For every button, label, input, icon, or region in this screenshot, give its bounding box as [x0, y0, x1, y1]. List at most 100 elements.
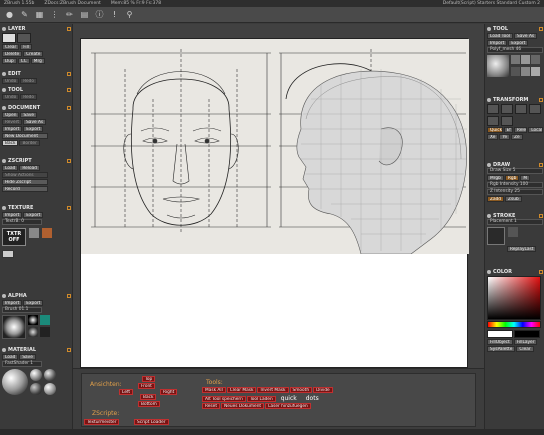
view-back-button[interactable]: Back	[140, 394, 157, 400]
layer-dup-button[interactable]: Dup	[2, 58, 17, 64]
record-button[interactable]: Record	[2, 186, 48, 192]
sys-palette-button[interactable]: SysPalette	[487, 346, 516, 352]
quick-label[interactable]: quick	[277, 395, 301, 402]
hue-bar[interactable]	[487, 321, 541, 328]
sym-z-button[interactable]: Ze	[511, 134, 523, 140]
view-left-button[interactable]: Left	[119, 389, 134, 395]
layer-thumb-1[interactable]	[2, 33, 16, 43]
stroke-type-thumb[interactable]	[487, 227, 505, 245]
ef-button[interactable]: Ef	[503, 127, 513, 133]
alpha-brush-thumb[interactable]	[2, 315, 26, 339]
doc-export-button[interactable]: Export	[23, 126, 44, 132]
texture-slider[interactable]: TextrB: 0	[2, 219, 42, 225]
texture-header[interactable]: TEXTURE	[2, 204, 71, 211]
layer-create-button[interactable]: Create	[23, 51, 44, 57]
layer-mrg-button[interactable]: Mrg	[30, 58, 45, 64]
texture-export-button[interactable]: Export	[23, 212, 44, 218]
load-tool-bottom-button[interactable]: Tool Laden	[246, 395, 276, 402]
tool-redo-button[interactable]: Redo	[20, 94, 38, 100]
alpha-thumb-2[interactable]	[28, 315, 38, 325]
tool-header[interactable]: TOOL	[487, 25, 543, 32]
texture-import-button[interactable]: Import	[2, 212, 23, 218]
zscript-header[interactable]: ZSCRIPT	[2, 157, 71, 164]
layer-thumb-2[interactable]	[17, 33, 31, 43]
sym-y-button[interactable]: Ye	[499, 134, 511, 140]
main-color-swatch[interactable]	[487, 330, 513, 338]
document-canvas[interactable]	[80, 38, 469, 368]
view-top-button[interactable]: Top	[142, 376, 156, 382]
new-document-bottom-button[interactable]: Neues Dokument	[221, 403, 265, 409]
dots-label[interactable]: dots	[302, 395, 323, 402]
alpha-export-button[interactable]: Export	[23, 300, 44, 306]
fill-object-button[interactable]: FillObject	[487, 339, 513, 345]
exclaim-icon[interactable]: !	[110, 10, 119, 20]
load-tool-button[interactable]: Load Tool	[487, 33, 514, 39]
doc-open-button[interactable]: Open	[2, 112, 20, 118]
zsub-button[interactable]: Zsub	[505, 196, 522, 202]
mask-all-button[interactable]: Mask All	[202, 387, 226, 393]
alpha-thumb-3[interactable]	[28, 327, 38, 337]
border-button[interactable]: Border	[19, 140, 40, 146]
zscript-load-button[interactable]: Load	[2, 165, 19, 171]
alpha-import-button[interactable]: Import	[2, 300, 23, 306]
rgb-button[interactable]: Rgb	[504, 175, 520, 181]
dots-icon[interactable]: ⋮	[50, 10, 59, 20]
alpha-header[interactable]: ALPHA	[2, 292, 71, 299]
layer-cc-button[interactable]: CC	[17, 58, 30, 64]
alpha-thumb-5[interactable]	[40, 327, 50, 337]
edit-header[interactable]: EDIT	[2, 70, 71, 77]
tool-thumb-1[interactable]	[511, 55, 520, 64]
texture-thumb-2[interactable]	[42, 228, 52, 238]
back-color-button[interactable]: Back	[2, 140, 19, 146]
tool-import-button[interactable]: Import	[487, 40, 508, 46]
material-header[interactable]: MATERIAL	[2, 346, 71, 353]
search-icon[interactable]: ⚲	[125, 10, 134, 20]
color-header[interactable]: COLOR	[487, 268, 543, 275]
layer-delete-button[interactable]: Delete	[2, 51, 23, 57]
new-document-button[interactable]: New Document	[2, 133, 48, 139]
info-icon[interactable]: ⓘ	[95, 10, 104, 20]
layer-header[interactable]: LAYER	[2, 25, 71, 32]
quick-button[interactable]: Quick	[487, 127, 503, 133]
zadd-button[interactable]: Zadd	[487, 196, 505, 202]
scale-mode-icon[interactable]	[529, 104, 541, 114]
smooth-button[interactable]: Smooth	[289, 387, 313, 393]
replay-last-button[interactable]: ReplayLast	[507, 246, 537, 252]
transform-header[interactable]: TRANSFORM	[487, 96, 543, 103]
local-button[interactable]: Local	[528, 127, 543, 133]
save-as-button[interactable]: Save As	[514, 33, 538, 39]
clear-mask-button[interactable]: Clear Mask	[226, 387, 257, 393]
show-actions-button[interactable]: Show Actions	[2, 172, 48, 178]
material-sphere-main[interactable]	[2, 369, 28, 395]
doc-revert-button[interactable]: Revert	[2, 119, 23, 125]
brush-icon[interactable]: ✎	[20, 10, 29, 20]
edit-mode-icon[interactable]	[487, 104, 499, 114]
draw-size-slider[interactable]: Draw Size 5	[487, 168, 543, 174]
divide-button[interactable]: Divide	[313, 387, 333, 393]
add-layer-button[interactable]: Laser hinzufuegen	[265, 403, 311, 409]
document-header[interactable]: DOCUMENT	[2, 104, 71, 111]
doc-import-button[interactable]: Import	[2, 126, 23, 132]
m-button[interactable]: M	[520, 175, 531, 181]
material-sphere-3[interactable]	[44, 369, 56, 381]
layer-fill-button[interactable]: Fill	[20, 44, 32, 50]
current-tool-thumb[interactable]	[487, 55, 509, 77]
tool-export-button[interactable]: Export	[508, 40, 529, 46]
view-bottom-button[interactable]: Bottom	[138, 401, 160, 407]
edit-undo-button[interactable]: Undo	[2, 78, 20, 84]
secondary-color-swatch[interactable]	[514, 330, 540, 338]
zscript-reload-button[interactable]: Reload	[19, 165, 40, 171]
material-load-button[interactable]: Load	[2, 354, 19, 360]
script-loader-button[interactable]: Script Loader	[134, 419, 169, 425]
pen-icon[interactable]: ✏	[65, 10, 74, 20]
xpose-icon[interactable]	[501, 116, 513, 126]
tool-slider[interactable]: Polyf_mesh 46	[487, 47, 543, 53]
rgb-intensity-slider[interactable]: Rgb Intensity 100	[487, 182, 543, 188]
reset-button[interactable]: Reset	[202, 403, 221, 409]
alpha-thumb-4[interactable]	[40, 315, 50, 325]
invert-mask-button[interactable]: Invert Mask	[257, 387, 289, 393]
save-tool-button[interactable]: Alt Tool speichern	[202, 395, 246, 402]
mrgb-button[interactable]: Mrgb	[487, 175, 504, 181]
alpha-slider[interactable]: Brush 01.1	[2, 307, 42, 313]
material-sphere-4[interactable]	[30, 383, 42, 395]
